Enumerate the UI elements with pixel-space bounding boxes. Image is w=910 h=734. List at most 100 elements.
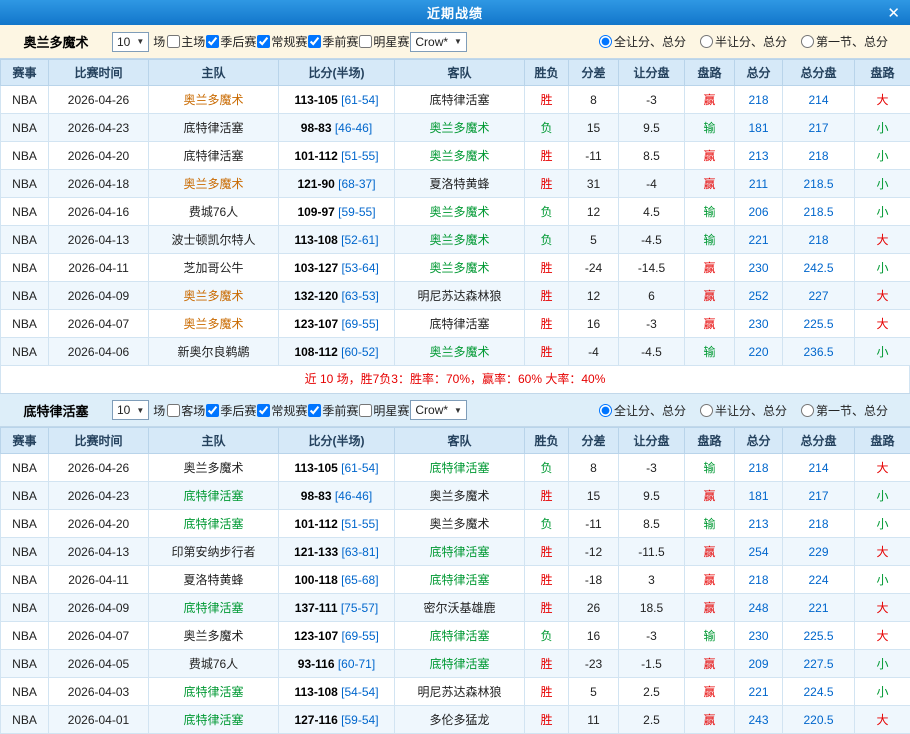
away-team-cell: 奥兰多魔术 — [395, 198, 525, 226]
games-count-value: 10 — [117, 35, 130, 49]
total-points-cell: 252 — [735, 282, 783, 310]
games-count-value: 10 — [117, 403, 130, 417]
checkbox-input[interactable] — [308, 35, 321, 48]
result-cell: 胜 — [525, 170, 569, 198]
checkbox-input[interactable] — [359, 404, 372, 417]
checkbox-input[interactable] — [167, 35, 180, 48]
filter-checkbox[interactable]: 季前赛 — [308, 33, 358, 50]
column-header: 比分(半场) — [279, 60, 395, 86]
home-team-cell: 夏洛特黄蜂 — [149, 566, 279, 594]
game-row: NBA2026-04-09底特律活塞137-111 [75-57]密尔沃基雄鹿胜… — [1, 594, 910, 622]
radio-label: 第一节、总分 — [816, 33, 888, 50]
section-orlando-magic: 奥兰多魔术 10▼ 场 主场季后赛常规赛季前赛明星赛 Crow*▼ 全让分、总分… — [0, 25, 910, 393]
filter-checkbox[interactable]: 季后赛 — [206, 402, 256, 419]
radio-input[interactable] — [801, 404, 814, 417]
filter-checkbox[interactable]: 客场 — [167, 402, 205, 419]
stat-type-radio[interactable]: 半让分、总分 — [700, 402, 787, 419]
checkbox-input[interactable] — [257, 404, 270, 417]
home-team-cell: 奥兰多魔术 — [149, 86, 279, 114]
stat-type-radio[interactable]: 第一节、总分 — [801, 33, 888, 50]
radio-input[interactable] — [801, 35, 814, 48]
checkbox-input[interactable] — [167, 404, 180, 417]
bookmaker-value: Crow* — [415, 35, 448, 49]
date-cell: 2026-04-20 — [49, 142, 149, 170]
games-count-select[interactable]: 10▼ — [112, 400, 149, 420]
league-cell: NBA — [1, 622, 49, 650]
result-cell: 负 — [525, 114, 569, 142]
close-icon[interactable]: ✕ — [887, 0, 900, 25]
result-cell: 负 — [525, 454, 569, 482]
point-diff-cell: 12 — [569, 282, 619, 310]
over-under-cell: 大 — [855, 622, 910, 650]
league-cell: NBA — [1, 594, 49, 622]
filter-checkbox[interactable]: 明星赛 — [359, 33, 409, 50]
point-diff-cell: 16 — [569, 310, 619, 338]
total-line-cell: 218.5 — [783, 198, 855, 226]
half-score: [54-54] — [338, 685, 379, 699]
radio-input[interactable] — [700, 35, 713, 48]
over-under-cell: 大 — [855, 706, 910, 734]
date-cell: 2026-04-13 — [49, 226, 149, 254]
total-points-cell: 209 — [735, 650, 783, 678]
league-cell: NBA — [1, 706, 49, 734]
bookmaker-select[interactable]: Crow*▼ — [410, 32, 467, 52]
games-count-select[interactable]: 10▼ — [112, 32, 149, 52]
total-line-cell: 220.5 — [783, 706, 855, 734]
filter-checkbox[interactable]: 明星赛 — [359, 402, 409, 419]
handicap-result-cell: 赢 — [685, 678, 735, 706]
checkbox-input[interactable] — [206, 404, 219, 417]
handicap-result-cell: 赢 — [685, 310, 735, 338]
stat-type-radio[interactable]: 全让分、总分 — [599, 402, 686, 419]
over-under-cell: 小 — [855, 678, 910, 706]
full-score: 121-133 — [294, 545, 338, 559]
radio-input[interactable] — [700, 404, 713, 417]
bookmaker-select[interactable]: Crow*▼ — [410, 400, 467, 420]
half-score: [46-46] — [332, 489, 373, 503]
over-under-cell: 大 — [855, 282, 910, 310]
full-score: 123-107 — [294, 317, 338, 331]
radio-input[interactable] — [599, 404, 612, 417]
record-summary: 近 10 场，胜7负3：胜率：70%，赢率：60% 大率：40% — [0, 366, 910, 393]
handicap-result-cell: 输 — [685, 510, 735, 538]
radio-label: 全让分、总分 — [614, 402, 686, 419]
recent-games-table: 赛事比赛时间主队比分(半场)客队胜负分差让分盘盘路总分总分盘盘路 NBA2026… — [0, 59, 910, 366]
checkbox-input[interactable] — [359, 35, 372, 48]
bookmaker-value: Crow* — [415, 403, 448, 417]
stat-type-radio[interactable]: 半让分、总分 — [700, 33, 787, 50]
filter-checkbox[interactable]: 常规赛 — [257, 33, 307, 50]
filter-checkbox[interactable]: 主场 — [167, 33, 205, 50]
point-diff-cell: 15 — [569, 114, 619, 142]
dialog-titlebar: 近期战绩 ✕ — [0, 0, 910, 25]
point-diff-cell: 8 — [569, 86, 619, 114]
half-score: [75-57] — [338, 601, 379, 615]
checkbox-input[interactable] — [308, 404, 321, 417]
home-team-cell: 奥兰多魔术 — [149, 282, 279, 310]
handicap-line-cell: -11.5 — [619, 538, 685, 566]
filter-checkbox[interactable]: 季后赛 — [206, 33, 256, 50]
checkbox-input[interactable] — [206, 35, 219, 48]
point-diff-cell: 31 — [569, 170, 619, 198]
handicap-line-cell: -3 — [619, 310, 685, 338]
score-cell: 132-120 [63-53] — [279, 282, 395, 310]
radio-input[interactable] — [599, 35, 612, 48]
game-row: NBA2026-04-23底特律活塞98-83 [46-46]奥兰多魔术胜159… — [1, 482, 910, 510]
half-score: [59-54] — [338, 713, 379, 727]
total-line-cell: 229 — [783, 538, 855, 566]
half-score: [69-55] — [338, 317, 379, 331]
handicap-line-cell: -3 — [619, 86, 685, 114]
total-line-cell: 218 — [783, 226, 855, 254]
game-row: NBA2026-04-13印第安纳步行者121-133 [63-81]底特律活塞… — [1, 538, 910, 566]
stat-type-radio[interactable]: 全让分、总分 — [599, 33, 686, 50]
handicap-result-cell: 赢 — [685, 142, 735, 170]
game-row: NBA2026-04-20底特律活塞101-112 [51-55]奥兰多魔术负-… — [1, 510, 910, 538]
filter-checkbox[interactable]: 常规赛 — [257, 402, 307, 419]
game-row: NBA2026-04-26奥兰多魔术113-105 [61-54]底特律活塞负8… — [1, 454, 910, 482]
handicap-line-cell: -4.5 — [619, 226, 685, 254]
half-score: [59-55] — [335, 205, 376, 219]
checkbox-input[interactable] — [257, 35, 270, 48]
stat-type-radio[interactable]: 第一节、总分 — [801, 402, 888, 419]
game-row: NBA2026-04-13波士顿凯尔特人113-108 [52-61]奥兰多魔术… — [1, 226, 910, 254]
score-cell: 108-112 [60-52] — [279, 338, 395, 366]
filter-checkbox[interactable]: 季前赛 — [308, 402, 358, 419]
league-cell: NBA — [1, 86, 49, 114]
